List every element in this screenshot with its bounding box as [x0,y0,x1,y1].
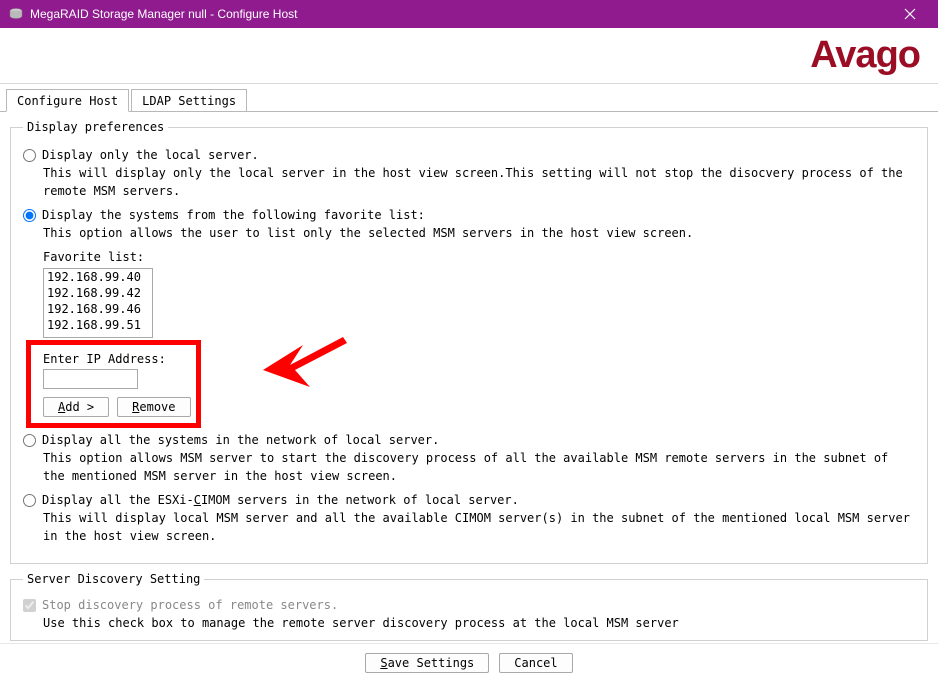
tab-configure-host[interactable]: Configure Host [6,89,129,112]
window-title: MegaRAID Storage Manager null - Configur… [30,7,890,21]
radio-all-local-label: Display all the systems in the network o… [42,433,439,447]
save-settings-button[interactable]: Save Settings [365,653,489,673]
server-discovery-group: Server Discovery Setting Stop discovery … [10,572,928,641]
stop-discovery-checkbox [23,599,36,612]
ip-address-label: Enter IP Address: [43,352,915,366]
radio-esxi-cimom-label: Display all the ESXi-CIMOM servers in th… [42,493,519,507]
server-discovery-legend: Server Discovery Setting [23,572,204,586]
tab-ldap-settings[interactable]: LDAP Settings [131,89,247,112]
radio-favorite-list[interactable] [23,209,36,222]
remove-button[interactable]: Remove [117,397,190,417]
radio-esxi-cimom[interactable] [23,494,36,507]
tabs: Configure Host LDAP Settings [6,88,938,111]
ip-address-input[interactable] [43,369,138,389]
radio-local-only-desc: This will display only the local server … [43,164,915,200]
brand-logo: Avago [810,34,920,77]
cancel-button[interactable]: Cancel [499,653,572,673]
list-item[interactable]: 192.168.99.51 [44,317,152,333]
list-item[interactable]: 192.168.99.42 [44,285,152,301]
radio-all-local-desc: This option allows MSM server to start t… [43,449,915,485]
favorite-list-label: Favorite list: [43,250,915,264]
ip-entry-block: Enter IP Address: Add > Remove [43,352,915,417]
radio-favorite-list-label: Display the systems from the following f… [42,208,425,222]
app-icon [8,6,24,22]
radio-favorite-list-desc: This option allows the user to list only… [43,224,915,242]
radio-local-only[interactable] [23,149,36,162]
content-area: Display preferences Display only the loc… [0,111,938,641]
logo-area: Avago [0,28,938,84]
close-button[interactable] [890,0,930,28]
radio-esxi-cimom-desc: This will display local MSM server and a… [43,509,915,545]
favorite-list[interactable]: 192.168.99.40 192.168.99.42 192.168.99.4… [43,268,153,338]
radio-all-local[interactable] [23,434,36,447]
list-item[interactable]: 192.168.99.46 [44,301,152,317]
list-item[interactable]: 192.168.99.40 [44,269,152,285]
radio-local-only-label: Display only the local server. [42,148,259,162]
window-titlebar: MegaRAID Storage Manager null - Configur… [0,0,938,28]
add-button[interactable]: Add > [43,397,109,417]
display-preferences-legend: Display preferences [23,120,168,134]
dialog-footer: Save Settings Cancel [0,643,938,681]
display-preferences-group: Display preferences Display only the loc… [10,120,928,564]
stop-discovery-label: Stop discovery process of remote servers… [42,598,338,612]
stop-discovery-desc: Use this check box to manage the remote … [43,616,915,630]
